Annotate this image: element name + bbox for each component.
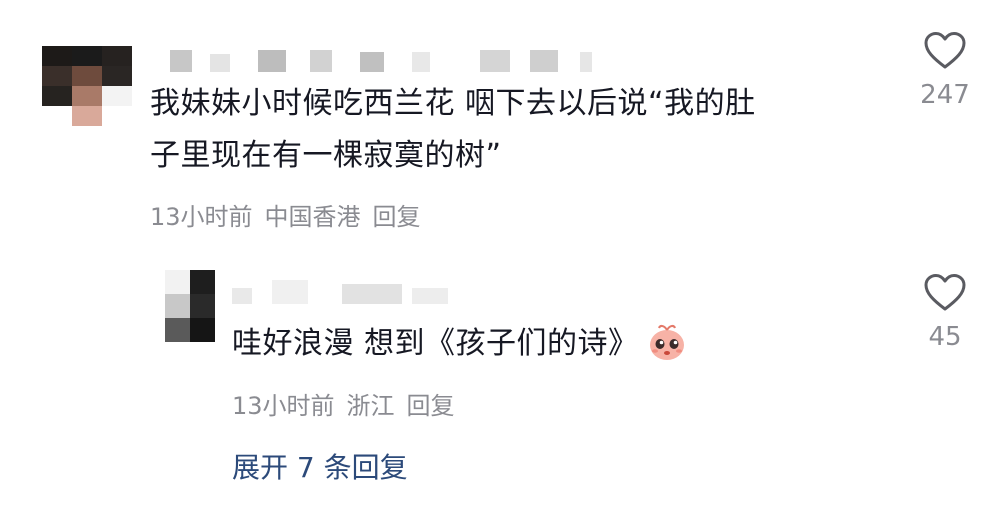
reply-timestamp: 13小时前 [232,392,335,420]
expand-replies-link[interactable]: 展开 7 条回复 [232,446,408,486]
comment-location: 中国香港 [264,203,361,231]
comment-meta: 13小时前 中国香港 回复 [150,197,433,232]
comment-like-button[interactable]: 247 [910,32,980,110]
comment-text-line2: 子里现在有一棵寂寞的树” [150,138,502,173]
comment-text: 我妹妹小时候吃西兰花 咽下去以后说“我的肚 子里现在有一棵寂寞的树” [150,78,880,182]
reply-location: 浙江 [346,392,395,420]
reply-like-button[interactable]: 45 [910,274,980,352]
comment-like-count: 247 [920,80,970,110]
comment-timestamp: 13小时前 [150,203,253,231]
reply-text-row: 哇好浪漫 想到《孩子们的诗》 [232,318,687,370]
pleading-face-emoji [649,324,684,360]
commenter-username[interactable] [150,44,592,80]
reply-text: 哇好浪漫 想到《孩子们的诗》 [232,326,639,361]
comment-reply-button[interactable]: 回复 [373,203,421,231]
reply-reply-button[interactable]: 回复 [407,392,455,420]
commenter-avatar[interactable] [42,46,132,126]
reply-like-count: 45 [928,322,962,352]
reply-meta: 13小时前 浙江 回复 [232,386,467,421]
comment-text-line1: 我妹妹小时候吃西兰花 咽下去以后说“我的肚 [150,86,756,121]
replier-username[interactable] [232,278,462,306]
replier-avatar[interactable] [165,270,215,342]
heart-outline-icon [924,274,966,311]
heart-outline-icon [924,32,966,69]
